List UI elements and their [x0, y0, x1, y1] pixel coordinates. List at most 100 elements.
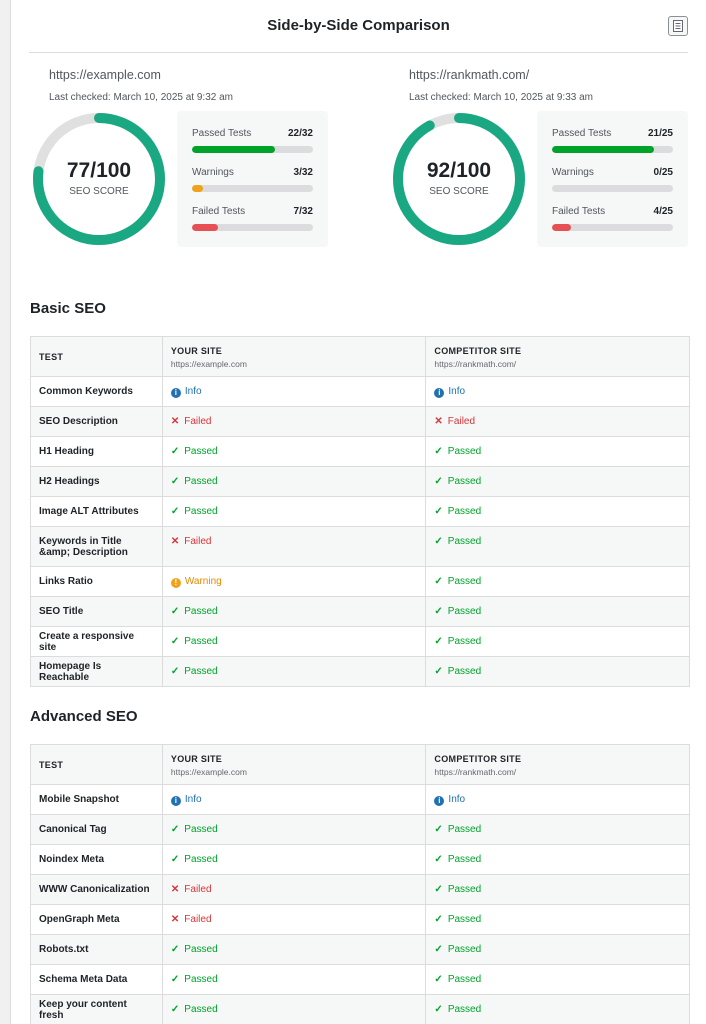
status-passed: ✓ Passed — [171, 476, 218, 487]
check-icon: ✓ — [170, 606, 180, 617]
test-name: Create a responsive site — [30, 626, 163, 657]
your-site-result: i Info — [161, 784, 427, 815]
status-passed: ✓ Passed — [434, 944, 481, 955]
table-body: Common Keywords i Info i Info SEO Description… — [30, 376, 690, 687]
competitor-site-result: ✓ Passed — [425, 566, 690, 597]
competitor-site-result: ✓ Passed — [425, 934, 690, 965]
site-url: https://rankmath.com/ — [409, 68, 530, 82]
test-name: Image ALT Attributes — [30, 496, 163, 527]
stat-value: 3/32 — [293, 167, 313, 178]
site-url: https://example.com — [49, 68, 161, 82]
competitor-site-result: ✓ Passed — [425, 436, 690, 467]
test-name: H1 Heading — [30, 436, 163, 467]
check-icon: ✓ — [434, 606, 443, 617]
table-row: SEO Title ✓ Passed ✓ Passed — [30, 596, 690, 627]
stat-value: 4/25 — [653, 206, 673, 217]
info-icon: i — [170, 795, 181, 806]
header-label: YOUR SITE — [170, 346, 223, 356]
status-info: i Info — [434, 794, 465, 806]
competitor-site-result: ✓ Passed — [425, 964, 690, 995]
competitor-site-result: ✓ Passed — [425, 844, 690, 875]
status-passed: ✓ Passed — [171, 506, 218, 517]
page-title: Side-by-Side Comparison — [267, 17, 450, 34]
test-name: Homepage Is Reachable — [30, 656, 163, 687]
test-name: Noindex Meta — [30, 844, 163, 875]
check-icon: ✓ — [434, 974, 443, 985]
status-passed: ✓ Passed — [434, 854, 481, 865]
table-header-row: TEST YOUR SITE https://example.com COMPET… — [30, 744, 690, 785]
competitor-site-result: ✓ Passed — [425, 496, 690, 527]
status-text: Info — [448, 385, 466, 397]
your-site-result: ✓ Passed — [161, 466, 427, 497]
header-label: COMPETITOR SITE — [434, 346, 522, 356]
column-header-competitor-site: COMPETITOR SITE https://rankmath.com/ — [425, 744, 690, 785]
seo-score: 77/100 — [66, 159, 132, 182]
status-text: Failed — [184, 914, 212, 925]
competitor-site-result: i Info — [425, 784, 690, 815]
seo-score-gauge: 77/100 SEO SCORE — [31, 111, 167, 247]
your-site-result: ! Warning — [161, 566, 427, 597]
column-header-test: TEST — [30, 336, 163, 377]
warning-icon: ! — [170, 577, 181, 588]
column-header-your-site: YOUR SITE https://example.com — [161, 336, 427, 377]
status-info: i Info — [434, 385, 466, 398]
seo-score-label: SEO SCORE — [429, 186, 489, 197]
competitor-site-result: i Info — [425, 376, 690, 407]
check-icon: ✓ — [434, 1004, 443, 1015]
your-site-result: ✕ Failed — [161, 904, 427, 935]
table-row: OpenGraph Meta ✕ Failed ✓ Passed — [30, 904, 690, 935]
your-site-result: ✓ Passed — [161, 436, 427, 467]
stat-label: Failed Tests — [192, 206, 246, 217]
table-body: Mobile Snapshot i Info i Info Canonical Tag ✓ P… — [30, 784, 690, 1024]
stat-label: Warnings — [192, 167, 234, 178]
competitor-site-result: ✓ Passed — [425, 994, 690, 1024]
status-text: Passed — [184, 666, 218, 677]
competitor-site-result: ✓ Passed — [425, 814, 690, 845]
progress-bar — [552, 224, 673, 231]
stat-value: 22/32 — [287, 128, 313, 139]
test-name: Keep your content fresh — [30, 994, 163, 1024]
competitor-site-result: ✕ Failed — [425, 406, 690, 437]
stat-label: Passed Tests — [552, 128, 612, 139]
header-label: COMPETITOR SITE — [434, 754, 522, 764]
table-row: Robots.txt ✓ Passed ✓ Passed — [30, 934, 690, 965]
document-icon — [673, 20, 683, 32]
status-failed: ✕ Failed — [171, 914, 212, 925]
table-row: Noindex Meta ✓ Passed ✓ Passed — [30, 844, 690, 875]
check-icon: ✓ — [434, 476, 443, 487]
status-text: Passed — [447, 884, 482, 895]
page-header: Side-by-Side Comparison — [29, 0, 688, 53]
status-failed: ✕ Failed — [171, 884, 212, 895]
status-failed: ✕ Failed — [434, 416, 475, 427]
check-icon: ✓ — [170, 1004, 180, 1015]
section-title-advanced-seo: Advanced SEO — [30, 708, 138, 725]
progress-bar-fill — [192, 146, 276, 153]
last-checked: Last checked: March 10, 2025 at 9:33 am — [409, 92, 593, 103]
check-icon: ✓ — [434, 914, 443, 925]
status-failed: ✕ Failed — [171, 536, 212, 547]
competitor-site-result: ✓ Passed — [425, 904, 690, 935]
table-row: Links Ratio! Warning ✓ Passed — [30, 566, 690, 597]
status-passed: ✓ Passed — [434, 636, 481, 647]
check-icon: ✓ — [170, 636, 180, 647]
status-text: Passed — [447, 1004, 482, 1015]
test-name: Common Keywords — [30, 376, 163, 407]
check-icon: ✓ — [170, 446, 180, 457]
status-passed: ✓ Passed — [434, 536, 481, 547]
status-text: Passed — [447, 536, 482, 547]
document-button[interactable] — [668, 16, 688, 36]
cross-icon: ✕ — [434, 416, 443, 427]
progress-bar — [192, 185, 313, 192]
status-passed: ✓ Passed — [434, 974, 481, 985]
check-icon: ✓ — [170, 824, 180, 835]
status-failed: ✕ Failed — [171, 416, 212, 427]
status-passed: ✓ Passed — [171, 606, 218, 617]
check-icon: ✓ — [434, 666, 443, 677]
check-icon: ✓ — [434, 854, 443, 865]
progress-bar-fill — [192, 185, 204, 192]
your-site-result: ✓ Passed — [161, 814, 427, 845]
status-text: Failed — [184, 536, 212, 547]
progress-bar-fill — [192, 224, 219, 231]
table-row: Keep your content fresh ✓ Passed ✓ Passed — [30, 994, 690, 1024]
status-passed: ✓ Passed — [434, 824, 481, 835]
